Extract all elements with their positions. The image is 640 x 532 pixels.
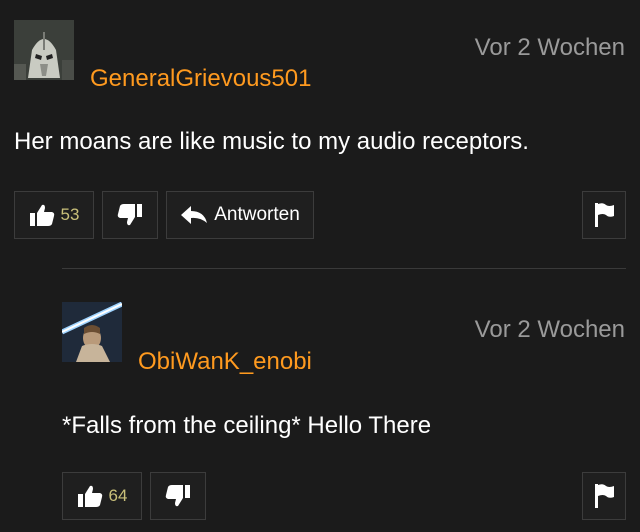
like-count: 53	[60, 205, 80, 224]
like-button[interactable]: 53	[14, 191, 94, 239]
thumbs-down-icon	[165, 485, 190, 507]
username[interactable]: GeneralGrievous501	[90, 65, 311, 93]
flag-icon	[595, 484, 614, 508]
avatar[interactable]	[14, 20, 74, 80]
reply-comment: ObiWanK_enobi Vor 2 Wochen *Falls from t…	[0, 268, 640, 532]
dislike-button[interactable]	[102, 191, 158, 239]
flag-button[interactable]	[582, 191, 626, 239]
like-button[interactable]: 64	[62, 472, 142, 520]
reply-label: Antworten	[214, 204, 300, 225]
thumbs-up-icon	[77, 485, 102, 507]
comment-text: Her moans are like music to my audio rec…	[14, 128, 529, 155]
like-count: 64	[108, 486, 128, 505]
flag-icon	[595, 203, 614, 227]
timestamp: Vor 2 Wochen	[474, 34, 625, 61]
timestamp: Vor 2 Wochen	[474, 316, 625, 343]
avatar[interactable]	[62, 302, 122, 362]
jedi-lightsaber-avatar-icon	[62, 302, 122, 362]
username[interactable]: ObiWanK_enobi	[138, 348, 312, 376]
dislike-button[interactable]	[150, 472, 206, 520]
thumbs-down-icon	[117, 204, 142, 226]
robot-general-avatar-icon	[14, 20, 74, 80]
reply-button[interactable]: Antworten	[166, 191, 314, 239]
comment: GeneralGrievous501 Vor 2 Wochen Her moan…	[0, 0, 640, 260]
comment-text: *Falls from the ceiling* Hello There	[62, 412, 432, 439]
thumbs-up-icon	[29, 204, 54, 226]
flag-button[interactable]	[582, 472, 626, 520]
reply-arrow-icon	[181, 206, 208, 224]
